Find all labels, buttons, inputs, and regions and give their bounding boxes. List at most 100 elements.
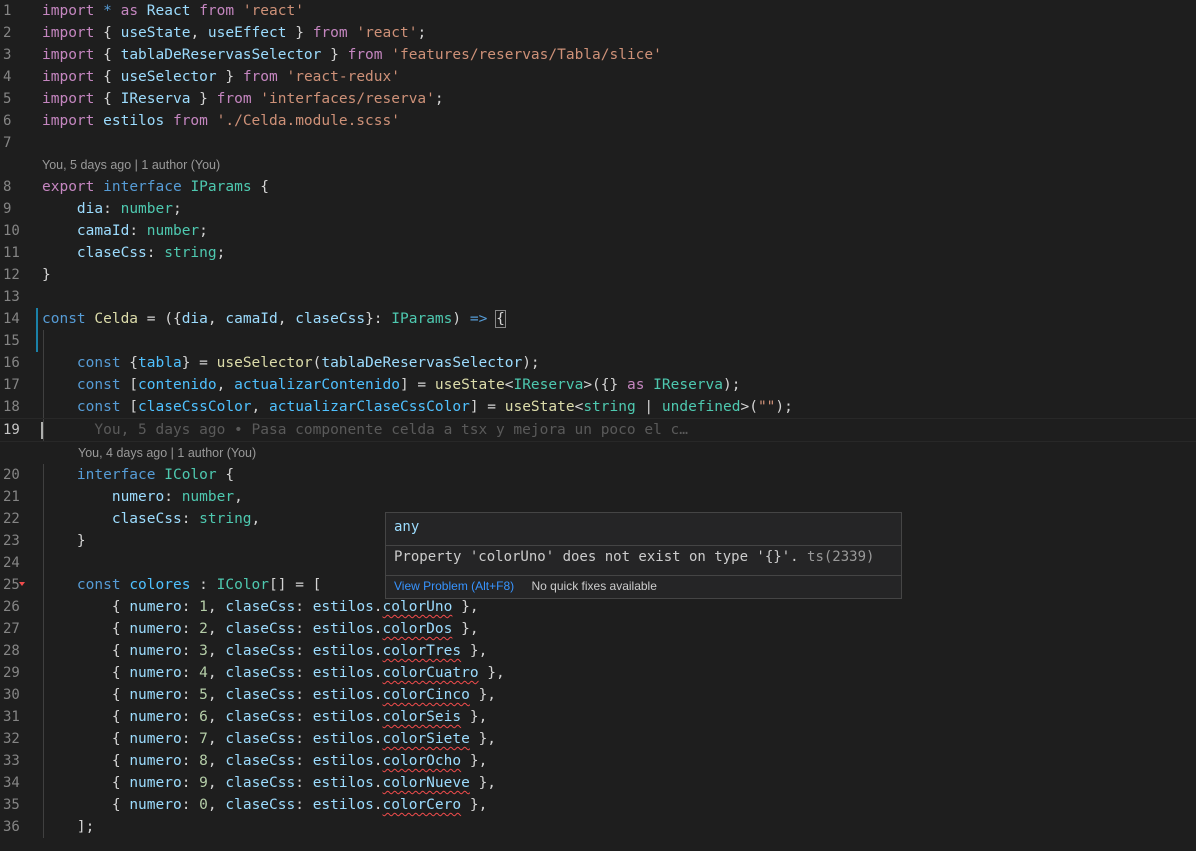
- code-token: const: [76, 399, 121, 415]
- code-token: ,: [251, 511, 261, 527]
- code-text[interactable]: }: [42, 530, 86, 552]
- line-number: 4: [3, 69, 12, 85]
- code-text[interactable]: { numero: 6, claseCss: estilos.colorSeis…: [42, 706, 487, 728]
- code-text[interactable]: claseCss: string;: [42, 242, 225, 264]
- indent-guide: [43, 662, 44, 684]
- code-token: |: [635, 399, 662, 415]
- code-token: IReserva: [120, 91, 191, 107]
- code-text[interactable]: import { useState, useEffect } from 'rea…: [42, 22, 426, 44]
- code-text[interactable]: { numero: 4, claseCss: estilos.colorCuat…: [42, 662, 505, 684]
- code-token: string: [164, 245, 217, 261]
- code-token: numero: [129, 731, 182, 747]
- code-line: 29 { numero: 4, claseCss: estilos.colorC…: [0, 662, 1196, 684]
- code-token: IReserva: [653, 377, 724, 393]
- code-text[interactable]: import estilos from './Celda.module.scss…: [42, 110, 400, 132]
- code-token: claseCss: [225, 753, 296, 769]
- code-text[interactable]: { numero: 2, claseCss: estilos.colorDos …: [42, 618, 479, 640]
- code-token: from: [199, 3, 235, 19]
- code-text[interactable]: { numero: 8, claseCss: estilos.colorOcho…: [42, 750, 487, 772]
- code-text[interactable]: { numero: 0, claseCss: estilos.colorCero…: [42, 794, 487, 816]
- code-token: claseCss: [225, 665, 296, 681]
- code-editor[interactable]: 1 import * as React from 'react' 2 import {…: [0, 0, 1196, 851]
- hover-message-text: Property 'colorUno' does not exist on ty…: [394, 549, 808, 565]
- code-text[interactable]: const {tabla} = useSelector(tablaDeReser…: [42, 352, 540, 374]
- code-token: estilos: [312, 753, 374, 769]
- code-text[interactable]: export interface IParams {: [42, 176, 269, 198]
- code-text[interactable]: const colores : IColor[] = [: [42, 574, 321, 596]
- code-token: estilos: [312, 797, 374, 813]
- code-text[interactable]: ];: [42, 816, 94, 838]
- code-token: ;: [417, 25, 427, 41]
- code-text[interactable]: const Celda = ({dia, camaId, claseCss}: …: [42, 308, 506, 330]
- code-text[interactable]: { numero: 3, claseCss: estilos.colorTres…: [42, 640, 487, 662]
- indent-guide: [43, 330, 44, 352]
- code-token: [] = [: [269, 577, 322, 593]
- hover-error-message: Property 'colorUno' does not exist on ty…: [394, 549, 874, 565]
- code-token: claseCss: [225, 621, 296, 637]
- code-line: 3 import { tablaDeReservasSelector } from…: [0, 44, 1196, 66]
- code-token: =>: [469, 311, 488, 327]
- code-token: .: [373, 797, 383, 813]
- code-text[interactable]: dia: number;: [42, 198, 182, 220]
- error-token: colorSeis: [382, 709, 462, 725]
- code-token: ,: [207, 775, 226, 791]
- code-text[interactable]: { numero: 7, claseCss: estilos.colorSiet…: [42, 728, 496, 750]
- code-line: 11 claseCss: string;: [0, 242, 1196, 264]
- code-text[interactable]: const [claseCssColor, actualizarClaseCss…: [42, 396, 793, 418]
- code-line: 17 const [contenido, actualizarContenido…: [0, 374, 1196, 396]
- code-token: :: [181, 621, 200, 637]
- code-line: 19 You, 5 days ago • Pasa componente cel…: [0, 418, 1196, 442]
- code-token: ,: [207, 753, 226, 769]
- code-text[interactable]: numero: number,: [42, 486, 243, 508]
- code-token: IReserva: [513, 377, 584, 393]
- code-token: :: [103, 201, 121, 217]
- code-token: numero: [129, 665, 182, 681]
- code-token: },: [452, 621, 479, 637]
- code-token: ,: [207, 687, 226, 703]
- code-text[interactable]: import * as React from 'react': [42, 0, 304, 22]
- code-token: 9: [199, 775, 208, 791]
- code-token: ;: [216, 245, 226, 261]
- code-text[interactable]: import { useSelector } from 'react-redux…: [42, 66, 400, 88]
- code-token: .: [373, 599, 383, 615]
- code-line: 13: [0, 286, 1196, 308]
- view-problem-link[interactable]: View Problem (Alt+F8): [394, 579, 514, 593]
- code-token: :: [295, 599, 313, 615]
- code-text[interactable]: You, 5 days ago • Pasa componente celda …: [42, 419, 688, 441]
- code-token: {: [42, 687, 130, 703]
- code-line: 28 { numero: 3, claseCss: estilos.colorT…: [0, 640, 1196, 662]
- code-text[interactable]: { numero: 5, claseCss: estilos.colorCinc…: [42, 684, 496, 706]
- code-token: );: [522, 355, 540, 371]
- code-text[interactable]: claseCss: string,: [42, 508, 260, 530]
- code-token: 'react-redux': [286, 69, 400, 85]
- code-token: estilos: [312, 775, 374, 791]
- code-text[interactable]: { numero: 9, claseCss: estilos.colorNuev…: [42, 772, 496, 794]
- code-text[interactable]: const [contenido, actualizarContenido] =…: [42, 374, 741, 396]
- code-text[interactable]: { numero: 1, claseCss: estilos.colorUno …: [42, 596, 479, 618]
- code-token: },: [469, 731, 497, 747]
- code-token: number: [181, 489, 235, 505]
- indent-guide: [43, 486, 44, 508]
- hover-tooltip: any Property 'colorUno' does not exist o…: [385, 512, 902, 599]
- code-token: *: [103, 3, 112, 19]
- code-token: 'react': [242, 3, 304, 19]
- code-token: {: [42, 643, 130, 659]
- code-text[interactable]: import { IReserva } from 'interfaces/res…: [42, 88, 444, 110]
- code-token: numero: [129, 753, 182, 769]
- codelens-blame[interactable]: You, 5 days ago | 1 author (You): [42, 154, 220, 176]
- matched-bracket: {: [495, 310, 506, 328]
- code-text[interactable]: interface IColor {: [42, 464, 234, 486]
- code-text[interactable]: import { tablaDeReservasSelector } from …: [42, 44, 662, 66]
- code-token: }: [42, 533, 86, 549]
- code-text[interactable]: camaId: number;: [42, 220, 208, 242]
- codelens-blame[interactable]: You, 4 days ago | 1 author (You): [78, 442, 256, 464]
- code-token: number: [146, 223, 200, 239]
- code-text[interactable]: }: [42, 264, 51, 286]
